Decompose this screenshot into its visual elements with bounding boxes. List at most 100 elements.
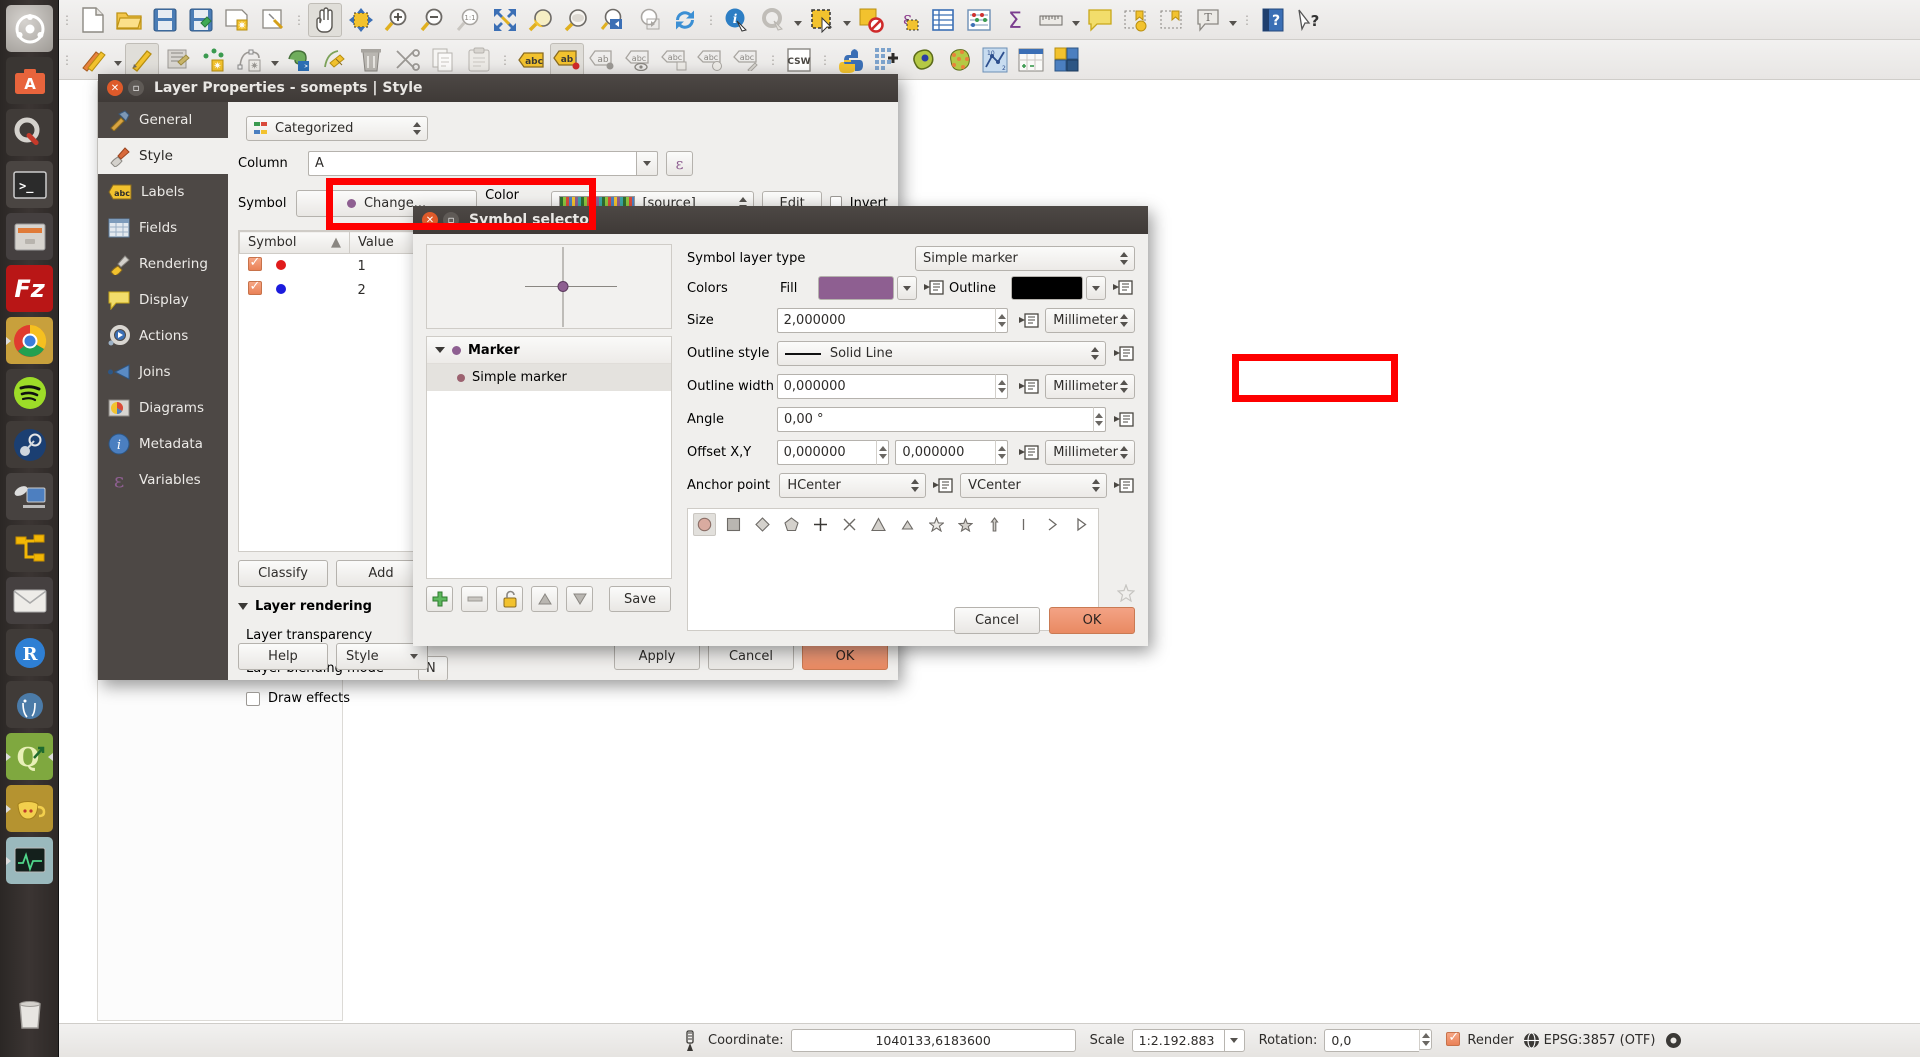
chevron-down-icon[interactable]	[1226, 5, 1239, 35]
symbol-ok-button[interactable]: OK	[1049, 607, 1135, 634]
save-project-as-icon[interactable]	[184, 3, 218, 37]
renderer-type-combo[interactable]: Categorized	[246, 116, 428, 141]
size-unit-combo[interactable]: Millimeter	[1045, 308, 1135, 333]
paste-features-icon[interactable]	[462, 43, 496, 77]
save-layer-edits-icon[interactable]	[161, 43, 195, 77]
symbol-cancel-button[interactable]: Cancel	[954, 607, 1040, 634]
row-checkbox[interactable]	[247, 279, 262, 295]
add-symbol-layer-button[interactable]	[426, 586, 453, 612]
symbol-layer-type-combo[interactable]: Simple marker	[915, 245, 1135, 271]
toggle-editing-icon[interactable]	[125, 42, 159, 77]
rotation-input[interactable]: 0,0	[1324, 1029, 1420, 1052]
pan-map-icon[interactable]	[308, 2, 342, 37]
new-project-icon[interactable]	[76, 3, 110, 37]
apply-button[interactable]: Apply	[614, 643, 700, 670]
crs-status-icon[interactable]	[1521, 1030, 1543, 1052]
size-spinner[interactable]	[995, 308, 1009, 333]
zoom-in-icon[interactable]	[380, 3, 414, 37]
sidebar-item-variables[interactable]: ε Variables	[98, 462, 228, 498]
anchor-v-data-defined-icon[interactable]	[1113, 475, 1135, 497]
col-header-symbol[interactable]: Symbol ▲	[239, 231, 350, 254]
angle-input[interactable]: 0,00 °	[776, 407, 1093, 432]
x-shape-icon[interactable]	[838, 513, 861, 536]
measure-line-icon[interactable]	[1034, 3, 1068, 37]
deselect-features-icon[interactable]	[854, 3, 888, 37]
open-project-icon[interactable]	[112, 3, 146, 37]
pentagon-shape-icon[interactable]	[780, 513, 803, 536]
plot-icon[interactable]: 10 2	[978, 43, 1012, 77]
square-shape-icon[interactable]	[722, 513, 745, 536]
crs-label[interactable]: EPSG:3857 (OTF)	[1544, 1033, 1656, 1048]
close-icon[interactable]: ✕	[422, 212, 438, 228]
diamond-shape-icon[interactable]	[751, 513, 774, 536]
statistical-summary-icon[interactable]: Σ	[998, 3, 1032, 37]
table-manager-icon[interactable]	[1014, 43, 1048, 77]
outline-width-input[interactable]: 0,000000	[776, 374, 996, 399]
zoom-to-selection-icon[interactable]	[524, 3, 558, 37]
launcher-item-google-chrome[interactable]	[6, 317, 53, 364]
row-checkbox[interactable]	[247, 255, 262, 271]
whats-this-icon[interactable]: ?	[1292, 3, 1326, 37]
fill-color-swatch[interactable]	[818, 276, 894, 300]
launcher-item-ubuntu-dash[interactable]	[6, 5, 53, 52]
offset-y-input[interactable]: 0,000000	[895, 440, 996, 465]
python-console-icon[interactable]	[834, 43, 868, 77]
column-dropdown-button[interactable]	[636, 151, 658, 176]
close-icon[interactable]: ✕	[107, 80, 123, 96]
help-button[interactable]: Help	[238, 643, 328, 670]
pin-labels-icon[interactable]: ab	[586, 43, 620, 77]
sidebar-item-rendering[interactable]: Rendering	[98, 246, 228, 282]
offset-x-spinner[interactable]	[876, 440, 890, 465]
messages-icon[interactable]	[1662, 1030, 1684, 1052]
launcher-item-system-settings[interactable]	[6, 109, 53, 156]
sidebar-item-diagrams[interactable]: Diagrams	[98, 390, 228, 426]
fill-color-dropdown-button[interactable]	[897, 276, 917, 300]
highlight-pinned-labels-icon[interactable]: ab	[550, 42, 584, 77]
run-feature-action-icon[interactable]	[756, 3, 790, 37]
anchor-v-combo[interactable]: VCenter	[960, 473, 1108, 498]
tree-item-simple-marker[interactable]: Simple marker	[427, 364, 671, 391]
zoom-next-icon[interactable]	[632, 3, 666, 37]
georeferencer-icon[interactable]	[906, 43, 940, 77]
offset-unit-combo[interactable]: Millimeter	[1045, 440, 1135, 465]
sidebar-item-style[interactable]: Style	[98, 138, 228, 174]
coordinate-capture-icon[interactable]	[679, 1029, 701, 1052]
cross-shape-icon[interactable]	[809, 513, 832, 536]
chevron-down-icon[interactable]	[268, 45, 281, 75]
help-contents-icon[interactable]: ?	[1256, 3, 1290, 37]
offset-y-spinner[interactable]	[995, 440, 1009, 465]
style-menu-button[interactable]: Style	[336, 643, 428, 670]
zoom-last-icon[interactable]	[596, 3, 630, 37]
launcher-item-files[interactable]	[6, 213, 53, 260]
symbol-layer-tree[interactable]: Marker Simple marker	[426, 336, 672, 579]
launcher-item-system-monitor[interactable]	[6, 837, 53, 884]
sidebar-item-fields[interactable]: Fields	[98, 210, 228, 246]
rotate-label-icon[interactable]: abc	[694, 43, 728, 77]
sidebar-item-labels[interactable]: abc Labels	[98, 174, 228, 210]
text-annotation-icon[interactable]: T	[1191, 3, 1225, 37]
cut-features-icon[interactable]	[390, 43, 424, 77]
scale-input[interactable]: 1:2.192.883	[1131, 1029, 1224, 1052]
symbol-effects-button[interactable]	[1116, 583, 1136, 606]
current-edits-icon[interactable]	[76, 43, 110, 77]
size-input[interactable]: 2,000000	[776, 308, 996, 333]
pan-to-selection-icon[interactable]	[344, 3, 378, 37]
sidebar-item-actions[interactable]: Actions	[98, 318, 228, 354]
column-expression-button[interactable]: ε	[666, 151, 693, 176]
chevron-down-icon[interactable]	[111, 45, 124, 75]
select-features-icon[interactable]	[805, 3, 839, 37]
modify-attributes-icon[interactable]	[318, 43, 352, 77]
launcher-item-filezilla[interactable]: Fz	[6, 265, 53, 312]
zoom-to-layer-icon[interactable]	[560, 3, 594, 37]
offset-x-input[interactable]: 0,000000	[776, 440, 877, 465]
chevron-down-icon[interactable]	[791, 5, 804, 35]
angle-spinner[interactable]	[1092, 407, 1106, 432]
ok-button[interactable]: OK	[802, 643, 888, 670]
raster-calculator-icon[interactable]	[870, 43, 904, 77]
outline-width-data-defined-icon[interactable]	[1018, 376, 1039, 398]
half-arc-shape-icon[interactable]	[1041, 513, 1064, 536]
launcher-item-java[interactable]	[6, 785, 53, 832]
launcher-item-postgresql[interactable]	[6, 681, 53, 728]
sidebar-item-joins[interactable]: Joins	[98, 354, 228, 390]
select-by-expression-icon[interactable]: ε	[890, 3, 924, 37]
